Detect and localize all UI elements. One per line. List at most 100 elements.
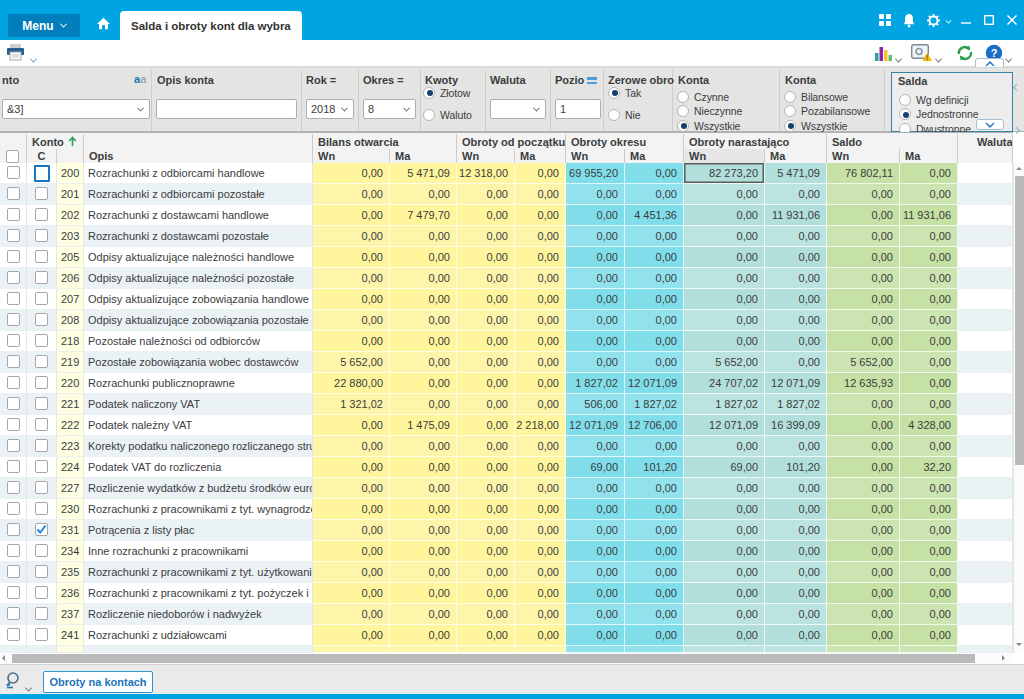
row-c-checkbox[interactable]: [35, 565, 48, 578]
minimize-button[interactable]: [958, 0, 974, 40]
print-chevron-icon[interactable]: [31, 49, 36, 67]
radio-option[interactable]: Wg definicji: [899, 93, 978, 106]
row-select-checkbox[interactable]: [7, 376, 20, 389]
filter-opis-konta-input[interactable]: [156, 99, 297, 119]
row-c-checkbox[interactable]: [35, 334, 48, 347]
column-header-on-wn[interactable]: Wn: [684, 149, 765, 164]
table-row[interactable]: 236Rozrachunki z pracownikami z tyt. poż…: [0, 583, 1013, 604]
apps-grid-icon[interactable]: [876, 0, 894, 40]
table-row[interactable]: 227Rozliczenie wydatków z budżetu środkó…: [0, 478, 1013, 499]
radio-option[interactable]: Złotow: [423, 86, 472, 99]
column-header-on-ma[interactable]: Ma: [765, 149, 827, 164]
maximize-button[interactable]: [981, 0, 997, 40]
row-select-checkbox[interactable]: [7, 292, 20, 305]
table-row[interactable]: 221Podatek naliczony VAT1 321,020,000,00…: [0, 394, 1013, 415]
row-c-checkbox[interactable]: [35, 460, 48, 473]
radio-icon[interactable]: [784, 91, 796, 103]
table-row[interactable]: 208Odpisy aktualizujące zobowiązania poz…: [0, 310, 1013, 331]
gear-chevron-icon[interactable]: [942, 0, 954, 40]
row-select-checkbox[interactable]: [7, 502, 20, 515]
radio-selected-icon[interactable]: [677, 120, 689, 132]
row-c-checkbox[interactable]: [35, 544, 48, 557]
table-row[interactable]: 235Rozrachunki z pracownikami z tyt. uży…: [0, 562, 1013, 583]
radio-icon[interactable]: [784, 105, 796, 117]
column-group-bilans-otwarcia[interactable]: Bilans otwarcia: [313, 134, 457, 149]
column-header-op-ma[interactable]: Ma: [515, 149, 566, 164]
table-row[interactable]: 241Rozrachunki z udziałowcami0,000,000,0…: [0, 625, 1013, 646]
radio-option[interactable]: Jednostronne: [899, 108, 978, 121]
chart-icon[interactable]: [874, 45, 892, 66]
row-select-checkbox[interactable]: [7, 397, 20, 410]
row-c-checkbox[interactable]: [35, 481, 48, 494]
radio-icon[interactable]: [423, 109, 435, 121]
radio-selected-icon[interactable]: [423, 87, 435, 99]
column-group-waluta[interactable]: Waluta: [958, 134, 1013, 149]
row-select-checkbox[interactable]: [7, 460, 20, 473]
filter-waluta-input[interactable]: [490, 99, 546, 119]
column-header-bo-ma[interactable]: Ma: [390, 149, 457, 164]
row-select-checkbox[interactable]: [7, 586, 20, 599]
row-select-checkbox[interactable]: [7, 229, 20, 242]
table-row[interactable]: 219Pozostałe zobowiązania wobec dostawcó…: [0, 352, 1013, 373]
table-row[interactable]: 201Rozrachunki z odbiorcami pozostałe0,0…: [0, 184, 1013, 205]
chart-chevron-icon[interactable]: [896, 49, 901, 67]
row-c-checkbox[interactable]: [35, 418, 48, 431]
radio-option[interactable]: Tak: [608, 86, 641, 99]
row-c-checkbox[interactable]: [35, 355, 48, 368]
gear-icon[interactable]: [924, 0, 942, 40]
match-case-icon[interactable]: aa: [134, 73, 146, 85]
radio-option[interactable]: Bilansowe: [784, 90, 870, 103]
vertical-scrollbar[interactable]: [1013, 163, 1024, 653]
table-row[interactable]: 231Potrącenia z listy płac0,000,000,000,…: [0, 520, 1013, 541]
radio-icon[interactable]: [677, 105, 689, 117]
row-c-checkbox[interactable]: [35, 292, 48, 305]
row-select-checkbox[interactable]: [7, 313, 20, 326]
radio-selected-icon[interactable]: [784, 120, 796, 132]
column-header-sa-ma[interactable]: Ma: [900, 149, 958, 164]
row-c-checkbox[interactable]: [35, 397, 48, 410]
radio-icon[interactable]: [677, 91, 689, 103]
filter-scroll-right-icon[interactable]: [1014, 119, 1019, 137]
column-header-konto[interactable]: Konto: [27, 134, 84, 149]
row-c-checkbox[interactable]: [35, 208, 48, 221]
salda-scroll-down-button[interactable]: [976, 119, 1004, 130]
filter-scroll-left-icon[interactable]: [1014, 76, 1019, 94]
row-c-checkbox[interactable]: [35, 628, 48, 641]
column-header-ok-ma[interactable]: Ma: [625, 149, 684, 164]
filter-konto-input[interactable]: &3]: [2, 99, 150, 119]
tab-salda-i-obroty[interactable]: Salda i obroty kont dla wybra: [120, 11, 302, 40]
row-select-checkbox[interactable]: [7, 565, 20, 578]
table-row[interactable]: 200Rozrachunki z odbiorcami handlowe0,00…: [0, 163, 1013, 184]
row-select-checkbox[interactable]: [7, 334, 20, 347]
table-row[interactable]: 206Odpisy aktualizujące należności pozos…: [0, 268, 1013, 289]
table-row[interactable]: 224Podatek VAT do rozliczenia0,000,000,0…: [0, 457, 1013, 478]
row-select-checkbox[interactable]: [7, 628, 20, 641]
help-chevron-icon[interactable]: [1006, 49, 1011, 67]
row-c-checkbox[interactable]: [34, 165, 50, 182]
radio-selected-icon[interactable]: [608, 87, 620, 99]
table-row[interactable]: 234Inne rozrachunki z pracownikami0,000,…: [0, 541, 1013, 562]
row-c-checkbox[interactable]: [35, 187, 48, 200]
table-row[interactable]: 205Odpisy aktualizujące należności handl…: [0, 247, 1013, 268]
bell-icon[interactable]: [900, 0, 918, 40]
view-settings-chevron-icon[interactable]: [936, 49, 941, 67]
column-header-opis[interactable]: Opis: [84, 149, 313, 164]
table-row[interactable]: 222Podatek należny VAT0,001 475,090,002 …: [0, 415, 1013, 436]
row-select-checkbox[interactable]: [7, 523, 20, 536]
table-row[interactable]: 230Rozrachunki z pracownikami z tyt. wyn…: [0, 499, 1013, 520]
row-c-checkbox[interactable]: [35, 439, 48, 452]
row-c-checkbox[interactable]: [35, 271, 48, 284]
refresh-icon[interactable]: [955, 43, 975, 67]
table-row[interactable]: 203Rozrachunki z dostawcami pozostałe0,0…: [0, 226, 1013, 247]
home-icon[interactable]: [94, 0, 112, 40]
row-select-checkbox[interactable]: [7, 187, 20, 200]
table-row[interactable]: 220Rozrachunki publicznoprawne22 880,000…: [0, 373, 1013, 394]
filter-poziom-input[interactable]: 1: [555, 99, 601, 119]
radio-option[interactable]: Waluto: [423, 108, 472, 121]
row-c-checkbox[interactable]: [35, 376, 48, 389]
radio-option[interactable]: Pozabilansowe: [784, 105, 870, 118]
row-select-checkbox[interactable]: [7, 439, 20, 452]
row-c-checkbox[interactable]: [35, 586, 48, 599]
column-header-bo-wn[interactable]: Wn: [313, 149, 390, 164]
select-all-checkbox[interactable]: [0, 149, 27, 164]
